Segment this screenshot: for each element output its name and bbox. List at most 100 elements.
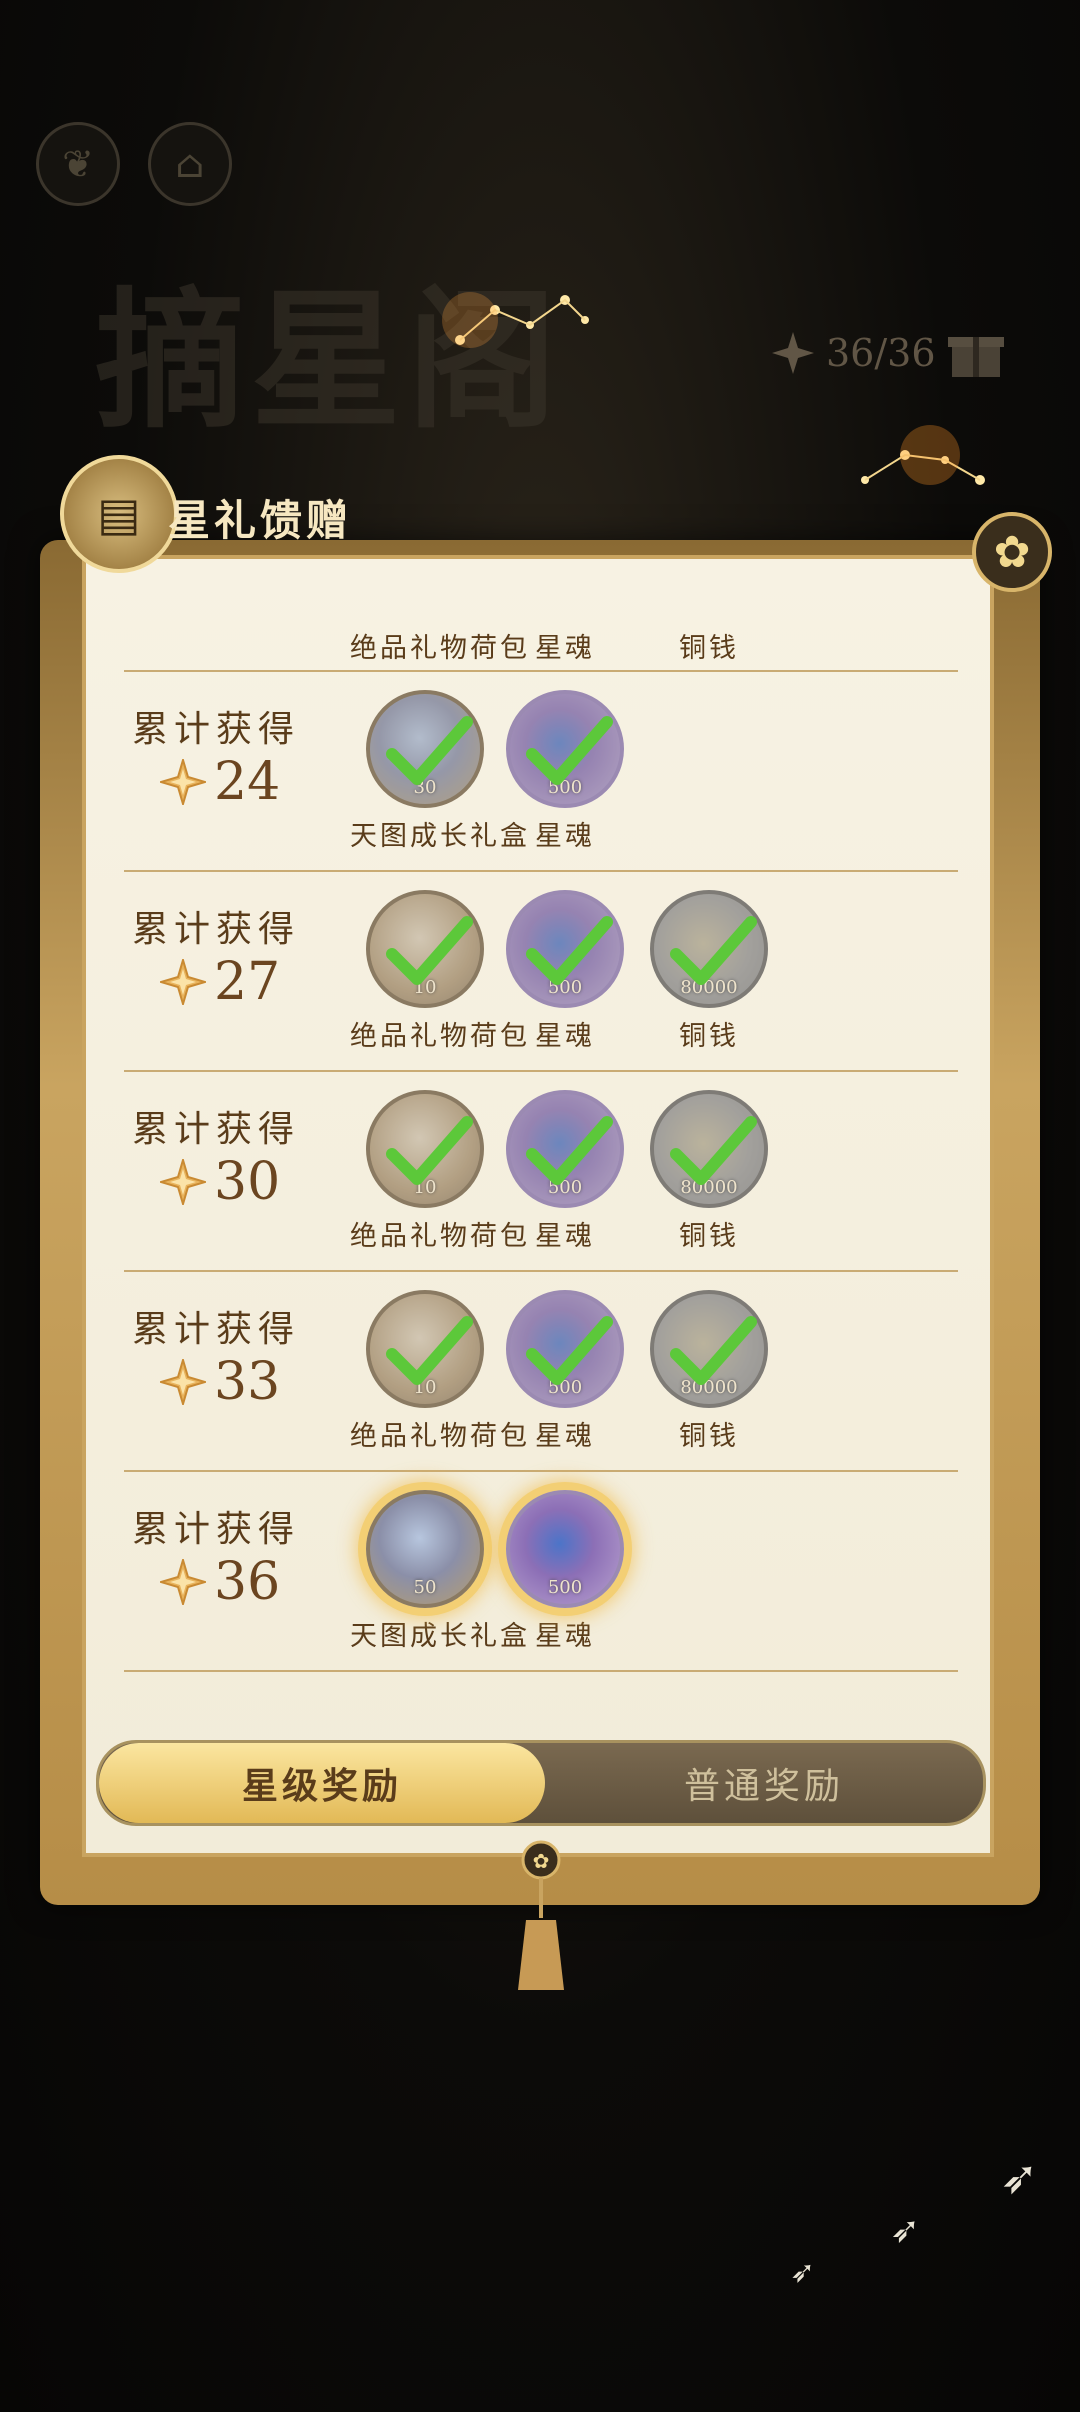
reward-item[interactable]: 80000 铜钱	[634, 1290, 784, 1453]
reward-name: 星魂	[535, 821, 595, 852]
close-button[interactable]: ✿	[972, 512, 1052, 592]
tassel-decoration: ✿	[518, 1840, 564, 1990]
soul-reward-icon[interactable]: 500	[506, 1090, 624, 1208]
reward-name: 星魂	[535, 1621, 595, 1652]
star-count-display: 36/36	[770, 325, 1006, 381]
reward-name: 星魂	[535, 633, 595, 664]
reward-name: 铜钱	[679, 1221, 739, 1252]
star-icon	[160, 1559, 206, 1605]
reward-name: 绝品礼物荷包	[350, 633, 530, 664]
soul-reward-icon[interactable]: 500	[506, 1490, 624, 1608]
star-requirement: 33	[160, 1352, 280, 1412]
gift-reward-icon[interactable]: 50	[366, 1490, 484, 1608]
star-icon	[772, 332, 814, 374]
cumulative-label: 累计获得	[132, 1309, 301, 1350]
bird-icon: ➶	[1000, 2150, 1039, 2204]
cumulative-label: 累计获得	[132, 1109, 301, 1150]
star-requirement: 30	[160, 1152, 280, 1212]
reward-item[interactable]: 500 星魂	[490, 1490, 640, 1653]
reward-item: 绝品礼物荷包	[350, 620, 530, 665]
reward-name: 铜钱	[679, 1421, 739, 1452]
claimed-check-icon	[386, 716, 473, 785]
bird-emblem-icon[interactable]: ❦	[36, 122, 120, 206]
claimed-check-icon	[526, 716, 613, 785]
claimed-check-icon	[386, 1116, 473, 1185]
reward-name: 天图成长礼盒	[350, 1621, 530, 1652]
gift-icon[interactable]	[946, 325, 1006, 381]
star-requirement-value: 30	[214, 1152, 281, 1212]
claimed-check-icon	[386, 916, 473, 985]
reward-item[interactable]: 10 绝品礼物荷包	[350, 890, 530, 1053]
star-requirement: 24	[160, 752, 280, 812]
copper-reward-icon[interactable]: 80000	[650, 890, 768, 1008]
star-requirement-value: 27	[214, 952, 281, 1012]
bird-icon: ➶	[890, 2210, 921, 2251]
star-requirement-value: 36	[214, 1552, 281, 1612]
tab-normal-rewards[interactable]: 普通奖励	[545, 1743, 983, 1823]
star-icon	[160, 759, 206, 805]
reward-item[interactable]: 500 星魂	[490, 1290, 640, 1453]
reward-item[interactable]: 80000 铜钱	[634, 1090, 784, 1253]
constellation-decoration-2	[861, 425, 985, 485]
reward-item[interactable]: 500 星魂	[490, 890, 640, 1053]
reward-item: 铜钱	[634, 620, 784, 665]
reward-name: 铜钱	[679, 633, 739, 664]
reward-item[interactable]: 500 星魂	[490, 1090, 640, 1253]
reward-item[interactable]: 80000 铜钱	[634, 890, 784, 1053]
reward-name: 星魂	[535, 1221, 595, 1252]
reward-item[interactable]: 10 绝品礼物荷包	[350, 1090, 530, 1253]
reward-tab-bar: 星级奖励 普通奖励	[96, 1740, 986, 1826]
claimed-check-icon	[670, 1116, 757, 1185]
reward-item: 星魂	[490, 620, 640, 665]
reward-name: 星魂	[535, 1021, 595, 1052]
star-requirement-value: 33	[214, 1352, 281, 1412]
cumulative-label: 累计获得	[132, 709, 301, 750]
constellation-decoration	[442, 292, 589, 348]
star-requirement: 36	[160, 1552, 280, 1612]
star-icon	[160, 959, 206, 1005]
reward-name: 铜钱	[679, 1021, 739, 1052]
reward-quantity: 50	[413, 1577, 437, 1598]
svg-text:✿: ✿	[533, 1849, 550, 1873]
reward-name: 星魂	[535, 1421, 595, 1452]
gift-reward-icon[interactable]: 30	[366, 690, 484, 808]
scroll-badge-icon: ▤	[60, 455, 178, 573]
claimed-check-icon	[526, 1316, 613, 1385]
claimed-check-icon	[526, 1116, 613, 1185]
star-requirement-value: 24	[214, 752, 281, 812]
flower-close-icon: ✿	[993, 526, 1031, 578]
reward-name: 绝品礼物荷包	[350, 1421, 530, 1452]
pouch-reward-icon[interactable]: 10	[366, 890, 484, 1008]
claimed-check-icon	[386, 1316, 473, 1385]
reward-item[interactable]: 10 绝品礼物荷包	[350, 1290, 530, 1453]
panel-title: 星礼馈赠	[168, 496, 353, 545]
reward-item[interactable]: 500 星魂	[490, 690, 640, 853]
reward-quantity: 500	[547, 1577, 583, 1598]
copper-reward-icon[interactable]: 80000	[650, 1090, 768, 1208]
cumulative-label: 累计获得	[132, 1509, 301, 1550]
claimed-check-icon	[670, 1316, 757, 1385]
reward-item[interactable]: 50 天图成长礼盒	[350, 1490, 530, 1653]
star-icon	[160, 1159, 206, 1205]
star-requirement: 27	[160, 952, 280, 1012]
star-icon	[160, 1359, 206, 1405]
reward-name: 绝品礼物荷包	[350, 1021, 530, 1052]
claimed-check-icon	[670, 916, 757, 985]
soul-reward-icon[interactable]: 500	[506, 1290, 624, 1408]
soul-reward-icon[interactable]: 500	[506, 890, 624, 1008]
star-count-text: 36/36	[826, 331, 936, 375]
tab-star-rewards[interactable]: 星级奖励	[99, 1743, 545, 1823]
cumulative-label: 累计获得	[132, 909, 301, 950]
pavilion-icon[interactable]: ⌂	[148, 122, 232, 206]
reward-row: 累计获得 36 50 天图成长礼盒 500 星魂	[124, 1470, 958, 1672]
pouch-reward-icon[interactable]: 10	[366, 1290, 484, 1408]
reward-item[interactable]: 30 天图成长礼盒	[350, 690, 527, 853]
copper-reward-icon[interactable]: 80000	[650, 1290, 768, 1408]
reward-row: 累计获得 33 10 绝品礼物荷包 500 星魂 80000 铜钱	[124, 1270, 958, 1472]
reward-name: 绝品礼物荷包	[350, 1221, 530, 1252]
soul-reward-icon[interactable]: 500	[506, 690, 624, 808]
bird-icon: ➶	[790, 2255, 816, 2290]
reward-row: 累计获得 27 10 绝品礼物荷包 500 星魂 80000 铜钱	[124, 870, 958, 1072]
reward-row: 累计获得 24 30 天图成长礼盒 500 星魂	[124, 670, 958, 872]
pouch-reward-icon[interactable]: 10	[366, 1090, 484, 1208]
